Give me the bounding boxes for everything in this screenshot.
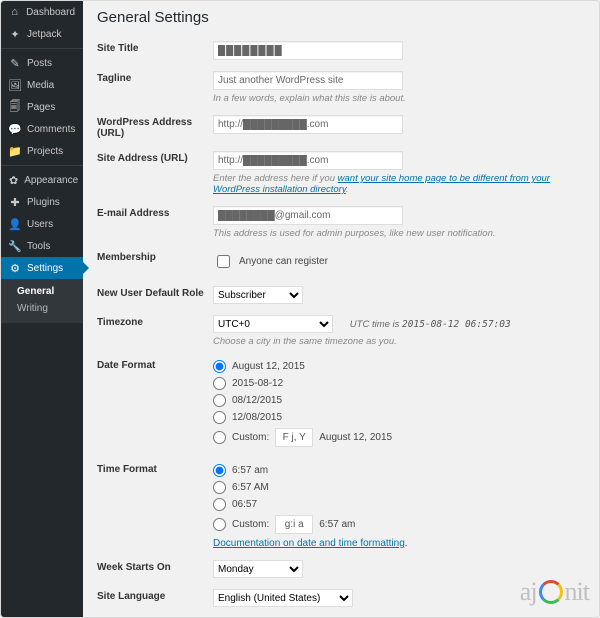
sidebar-item-label: Media bbox=[27, 80, 54, 91]
sidebar-item-dashboard[interactable]: ⌂ Dashboard bbox=[1, 1, 83, 23]
default-role-select[interactable]: Subscriber bbox=[213, 286, 303, 304]
tagline-desc: In a few words, explain what this site i… bbox=[213, 93, 585, 104]
date-format-radio-4[interactable] bbox=[213, 411, 226, 424]
admin-sidebar: ⌂ Dashboard ✦ Jetpack ✎ Posts 🖼 Media 🗐 Pages… bbox=[1, 1, 83, 618]
sidebar-item-users[interactable]: 👤 Users bbox=[1, 213, 83, 235]
media-icon: 🖼 bbox=[9, 79, 21, 91]
sidebar-item-label: Pages bbox=[27, 102, 55, 113]
pin-icon: ✎ bbox=[9, 57, 21, 69]
sidebar-item-label: Users bbox=[27, 219, 53, 230]
time-format-label: Time Format bbox=[97, 457, 213, 555]
site-language-label: Site Language bbox=[97, 584, 213, 613]
date-format-option-label: August 12, 2015 bbox=[232, 361, 305, 372]
sidebar-item-label: Tools bbox=[27, 241, 50, 252]
settings-icon: ⚙ bbox=[9, 262, 21, 274]
time-format-option-label: 6:57 am bbox=[232, 465, 268, 476]
logo-ring-icon bbox=[539, 580, 563, 604]
date-format-custom-input[interactable] bbox=[275, 428, 313, 447]
date-format-label: Date Format bbox=[97, 353, 213, 457]
sidebar-item-label: Jetpack bbox=[27, 29, 61, 40]
date-format-option-label: 2015-08-12 bbox=[232, 378, 283, 389]
settings-content: General Settings Site Title Tagline In a… bbox=[83, 1, 599, 617]
sidebar-item-tools[interactable]: 🔧 Tools bbox=[1, 235, 83, 257]
jetpack-icon: ✦ bbox=[9, 28, 21, 40]
settings-form: Site Title Tagline In a few words, expla… bbox=[97, 36, 585, 613]
time-format-radio-2[interactable] bbox=[213, 481, 226, 494]
site-language-select[interactable]: English (United States) bbox=[213, 589, 353, 607]
sidebar-item-plugins[interactable]: ✚ Plugins bbox=[1, 191, 83, 213]
sidebar-sub-general[interactable]: General bbox=[11, 283, 83, 300]
sidebar-item-comments[interactable]: 💬 Comments bbox=[1, 118, 83, 140]
tagline-input[interactable] bbox=[213, 71, 403, 90]
sidebar-item-label: Projects bbox=[27, 146, 63, 157]
site-title-label: Site Title bbox=[97, 36, 213, 66]
date-format-radio-2[interactable] bbox=[213, 377, 226, 390]
sidebar-item-label: Dashboard bbox=[26, 7, 75, 18]
sidebar-item-label: Posts bbox=[27, 58, 52, 69]
date-format-option-label: 12/08/2015 bbox=[232, 412, 282, 423]
site-address-input[interactable] bbox=[213, 151, 403, 170]
date-format-custom-preview: August 12, 2015 bbox=[319, 432, 392, 443]
site-title-input[interactable] bbox=[213, 41, 403, 60]
utc-time-note: UTC time is 2015-08-12 06:57:03 bbox=[350, 319, 511, 330]
watermark-logo: ajnit bbox=[520, 577, 589, 607]
email-desc: This address is used for admin purposes,… bbox=[213, 228, 585, 239]
sidebar-item-label: Plugins bbox=[27, 197, 60, 208]
wp-address-label: WordPress Address (URL) bbox=[97, 110, 213, 146]
time-format-radio-1[interactable] bbox=[213, 464, 226, 477]
sidebar-submenu: General Writing bbox=[1, 279, 83, 323]
time-format-custom-label: Custom: bbox=[232, 519, 269, 530]
site-address-desc: Enter the address here if you want your … bbox=[213, 173, 585, 195]
wp-address-input[interactable] bbox=[213, 115, 403, 134]
plugins-icon: ✚ bbox=[9, 196, 21, 208]
projects-icon: 📁 bbox=[9, 145, 21, 157]
membership-label: Membership bbox=[97, 245, 213, 281]
date-format-custom-label: Custom: bbox=[232, 432, 269, 443]
dashboard-icon: ⌂ bbox=[9, 6, 20, 18]
sidebar-item-settings[interactable]: ⚙ Settings bbox=[1, 257, 83, 279]
week-start-select[interactable]: Monday bbox=[213, 560, 303, 578]
sidebar-item-projects[interactable]: 📁 Projects bbox=[1, 140, 83, 162]
sidebar-item-pages[interactable]: 🗐 Pages bbox=[1, 96, 83, 118]
default-role-label: New User Default Role bbox=[97, 281, 213, 310]
pages-icon: 🗐 bbox=[9, 101, 21, 113]
sidebar-item-label: Appearance bbox=[24, 175, 78, 186]
tools-icon: 🔧 bbox=[9, 240, 21, 252]
week-start-label: Week Starts On bbox=[97, 555, 213, 584]
membership-checkbox[interactable] bbox=[217, 255, 230, 268]
sidebar-item-label: Settings bbox=[27, 263, 63, 274]
timezone-label: Timezone bbox=[97, 310, 213, 353]
sidebar-item-appearance[interactable]: ✿ Appearance bbox=[1, 169, 83, 191]
time-format-option-label: 6:57 AM bbox=[232, 482, 269, 493]
users-icon: 👤 bbox=[9, 218, 21, 230]
site-address-label: Site Address (URL) bbox=[97, 146, 213, 201]
page-title: General Settings bbox=[97, 9, 585, 26]
appearance-icon: ✿ bbox=[9, 174, 18, 186]
time-format-option-label: 06:57 bbox=[232, 499, 257, 510]
date-format-radio-1[interactable] bbox=[213, 360, 226, 373]
sidebar-item-posts[interactable]: ✎ Posts bbox=[1, 52, 83, 74]
sidebar-sub-writing[interactable]: Writing bbox=[11, 300, 83, 317]
sidebar-item-jetpack[interactable]: ✦ Jetpack bbox=[1, 23, 83, 45]
membership-checkbox-label: Anyone can register bbox=[239, 256, 328, 267]
email-input[interactable] bbox=[213, 206, 403, 225]
date-format-option-label: 08/12/2015 bbox=[232, 395, 282, 406]
timezone-desc: Choose a city in the same timezone as yo… bbox=[213, 336, 585, 347]
date-format-radio-custom[interactable] bbox=[213, 431, 226, 444]
sidebar-item-label: Comments bbox=[27, 124, 75, 135]
date-format-radio-3[interactable] bbox=[213, 394, 226, 407]
time-format-custom-input[interactable] bbox=[275, 515, 313, 534]
time-format-radio-custom[interactable] bbox=[213, 518, 226, 531]
time-format-radio-3[interactable] bbox=[213, 498, 226, 511]
tagline-label: Tagline bbox=[97, 66, 213, 110]
comments-icon: 💬 bbox=[9, 123, 21, 135]
datetime-doc-link[interactable]: Documentation on date and time formattin… bbox=[213, 538, 405, 549]
time-format-custom-preview: 6:57 am bbox=[319, 519, 355, 530]
timezone-select[interactable]: UTC+0 bbox=[213, 315, 333, 333]
sidebar-item-media[interactable]: 🖼 Media bbox=[1, 74, 83, 96]
email-label: E-mail Address bbox=[97, 201, 213, 245]
